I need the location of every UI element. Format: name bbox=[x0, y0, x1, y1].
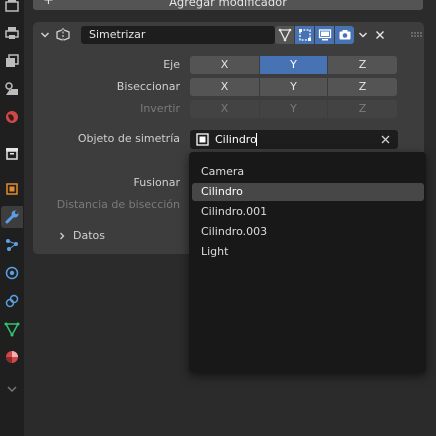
particles-icon bbox=[6, 239, 18, 251]
collection-box-icon bbox=[6, 148, 18, 160]
dropdown-item-cilindro[interactable]: Cilindro bbox=[192, 183, 424, 201]
tab-more[interactable] bbox=[1, 378, 23, 400]
tab-particles[interactable] bbox=[1, 234, 23, 256]
camera-icon bbox=[339, 30, 350, 40]
clear-field-icon[interactable] bbox=[380, 134, 391, 145]
tab-modifiers[interactable] bbox=[1, 206, 23, 228]
axis-x-toggle[interactable]: X bbox=[190, 56, 259, 74]
dropdown-item-cilindro-001[interactable]: Cilindro.001 bbox=[192, 203, 424, 221]
mirror-object-label: Objeto de simetría bbox=[77, 132, 180, 145]
flip-label: Invertir bbox=[140, 102, 180, 115]
add-modifier-label: Agregar modificador bbox=[169, 0, 287, 9]
tab-material[interactable] bbox=[1, 346, 23, 368]
mirror-object-field[interactable]: Cilindro bbox=[190, 130, 398, 149]
modifier-name-field[interactable]: Simetrizar bbox=[81, 26, 275, 44]
scene-icon bbox=[5, 82, 18, 95]
remove-modifier-button[interactable] bbox=[373, 26, 387, 44]
add-modifier-button[interactable]: + Agregar modificador bbox=[33, 0, 423, 10]
text-cursor bbox=[256, 133, 257, 146]
axis-y-toggle[interactable]: Y bbox=[259, 56, 328, 74]
tab-view-layer[interactable] bbox=[1, 50, 23, 72]
dropdown-item-cilindro-003[interactable]: Cilindro.003 bbox=[192, 223, 424, 241]
dropdown-item-light[interactable]: Light bbox=[192, 243, 424, 261]
flip-z-toggle: Z bbox=[328, 100, 397, 118]
mirror-object-value: Cilindro bbox=[215, 133, 257, 146]
axis-label: Eje bbox=[163, 58, 180, 71]
tab-scene[interactable] bbox=[1, 78, 23, 100]
mesh-triangle-icon bbox=[4, 322, 20, 337]
physics-orbit-icon bbox=[5, 266, 19, 280]
axis-z-toggle[interactable]: Z bbox=[328, 56, 397, 74]
tab-data[interactable] bbox=[1, 318, 23, 340]
data-subpanel-label: Datos bbox=[73, 229, 105, 242]
realtime-display-toggle[interactable] bbox=[315, 26, 334, 44]
object-square-icon bbox=[196, 133, 209, 146]
modifier-options-dropdown[interactable] bbox=[356, 26, 370, 44]
flip-x-toggle: X bbox=[190, 100, 259, 118]
close-icon bbox=[376, 31, 384, 39]
tab-output[interactable] bbox=[1, 22, 23, 44]
chevron-down-icon bbox=[359, 32, 367, 38]
chevron-down-icon bbox=[7, 386, 17, 393]
tab-object[interactable] bbox=[1, 178, 23, 200]
bisect-distance-label: Distancia de bisección bbox=[56, 198, 180, 211]
tab-constraints[interactable] bbox=[1, 290, 23, 312]
tab-render[interactable] bbox=[1, 0, 23, 16]
bisect-label: Biseccionar bbox=[116, 80, 180, 93]
symmetrize-modifier-icon bbox=[56, 28, 70, 42]
vertex-triangle-icon bbox=[278, 28, 291, 42]
merge-label: Fusionar bbox=[133, 176, 180, 189]
object-square-icon bbox=[6, 183, 18, 195]
edit-mode-square-icon bbox=[298, 29, 311, 41]
printer-icon bbox=[5, 27, 19, 39]
tab-collection[interactable] bbox=[1, 142, 23, 164]
collapse-arrow-icon[interactable] bbox=[39, 29, 51, 41]
mirror-object-dropdown: Camera Cilindro Cilindro.001 Cilindro.00… bbox=[189, 152, 426, 373]
edit-mode-toggle[interactable] bbox=[295, 26, 314, 44]
material-sphere-icon bbox=[6, 351, 18, 363]
plus-icon: + bbox=[43, 0, 54, 8]
tab-physics[interactable] bbox=[1, 262, 23, 284]
render-camera-icon bbox=[5, 0, 19, 12]
world-icon bbox=[6, 111, 18, 123]
image-stack-icon bbox=[6, 54, 19, 67]
edit-mode-cage-toggle[interactable] bbox=[275, 26, 294, 44]
bisect-z-toggle[interactable]: Z bbox=[328, 78, 397, 96]
constraints-icon bbox=[5, 294, 19, 308]
properties-tab-bar bbox=[0, 0, 24, 436]
tab-world[interactable] bbox=[1, 106, 23, 128]
bisect-x-toggle[interactable]: X bbox=[190, 78, 259, 96]
data-subpanel-toggle[interactable]: Datos bbox=[57, 227, 105, 245]
render-toggle[interactable] bbox=[335, 26, 354, 44]
modifier-header: Simetrizar bbox=[33, 22, 424, 48]
flip-y-toggle: Y bbox=[259, 100, 328, 118]
monitor-icon bbox=[318, 29, 331, 41]
wrench-icon bbox=[5, 210, 19, 224]
chevron-right-icon bbox=[60, 232, 65, 240]
drag-handle-icon[interactable] bbox=[410, 31, 422, 39]
bisect-y-toggle[interactable]: Y bbox=[259, 78, 328, 96]
dropdown-item-camera[interactable]: Camera bbox=[192, 163, 424, 181]
